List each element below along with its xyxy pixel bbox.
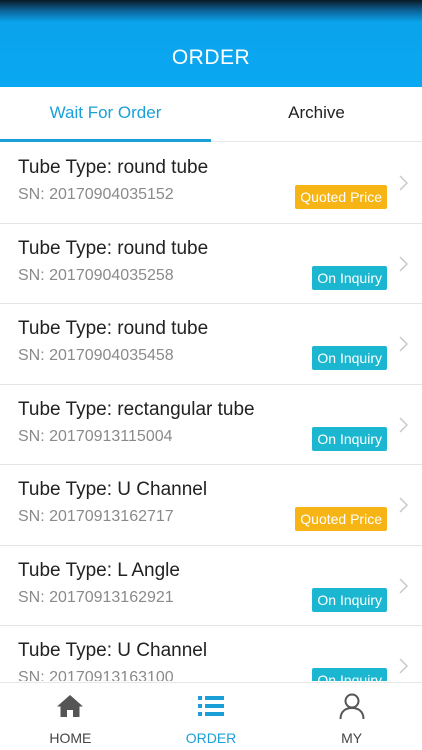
nav-my[interactable]: MY (281, 683, 422, 750)
order-list[interactable]: Tube Type: round tube SN: 20170904035152… (0, 143, 422, 681)
status-badge: On Inquiry (312, 668, 387, 681)
page-title: ORDER (171, 46, 251, 69)
app-header: ORDER (0, 0, 422, 87)
nav-home[interactable]: HOME (0, 683, 141, 750)
order-list-item[interactable]: Tube Type: round tube SN: 20170904035458… (0, 304, 422, 385)
order-list-item[interactable]: Tube Type: U Channel SN: 20170913163100 … (0, 626, 422, 681)
nav-order[interactable]: ORDER (141, 683, 282, 750)
chevron-right-icon (399, 497, 408, 513)
status-badge: On Inquiry (312, 265, 387, 290)
status-badge: On Inquiry (312, 587, 387, 612)
chevron-right-icon (399, 336, 408, 352)
order-serial-number: SN: 20170913163100 (18, 669, 174, 681)
order-serial-number: SN: 20170913115004 (18, 427, 173, 445)
bottom-navigation: HOME ORDER MY (0, 682, 422, 750)
status-badge: On Inquiry (312, 346, 387, 370)
order-tube-type: Tube Type: L Angle (18, 559, 180, 581)
list-icon (197, 696, 224, 716)
order-serial-number: SN: 20170904035258 (18, 266, 174, 284)
tab-archive[interactable]: Archive (211, 87, 422, 141)
chevron-right-icon (399, 658, 408, 674)
order-serial-number: SN: 20170913162921 (18, 588, 174, 606)
order-tube-type: Tube Type: U Channel (18, 479, 208, 500)
chevron-right-icon (399, 416, 408, 433)
order-tube-type: Tube Type: rectangular tube (18, 398, 255, 420)
order-tube-type: Tube Type: round tube (18, 318, 209, 339)
nav-my-label: MY (341, 730, 363, 746)
order-serial-number: SN: 20170904035458 (18, 347, 174, 364)
order-list-item[interactable]: Tube Type: U Channel SN: 20170913162717 … (0, 465, 422, 546)
order-tube-type: Tube Type: U Channel (18, 640, 208, 661)
chevron-right-icon (399, 175, 408, 191)
order-tube-type: Tube Type: round tube (18, 157, 209, 178)
order-list-item[interactable]: Tube Type: rectangular tube SN: 20170913… (0, 384, 422, 465)
status-badge: On Inquiry (312, 426, 387, 451)
order-serial-number: SN: 20170913162717 (18, 508, 174, 525)
nav-home-label: HOME (49, 730, 92, 746)
home-icon (57, 695, 84, 717)
tab-wait-for-order[interactable]: Wait For Order (0, 87, 211, 142)
status-badge: Quoted Price (295, 507, 387, 531)
order-tube-type: Tube Type: round tube (18, 237, 209, 259)
nav-order-label: ORDER (185, 730, 237, 746)
status-badge: Quoted Price (295, 185, 387, 209)
chevron-right-icon (399, 255, 408, 272)
order-tabs: Wait For Order Archive (0, 87, 422, 142)
chevron-right-icon (399, 577, 408, 594)
order-list-item[interactable]: Tube Type: round tube SN: 20170904035258… (0, 223, 422, 304)
order-serial-number: SN: 20170904035152 (18, 186, 174, 203)
order-list-item[interactable]: Tube Type: L Angle SN: 20170913162921 On… (0, 545, 422, 626)
app-screen: ORDER Wait For Order Archive Tube Type: … (0, 0, 422, 750)
user-icon (339, 693, 365, 720)
order-list-item[interactable]: Tube Type: round tube SN: 20170904035152… (0, 143, 422, 224)
